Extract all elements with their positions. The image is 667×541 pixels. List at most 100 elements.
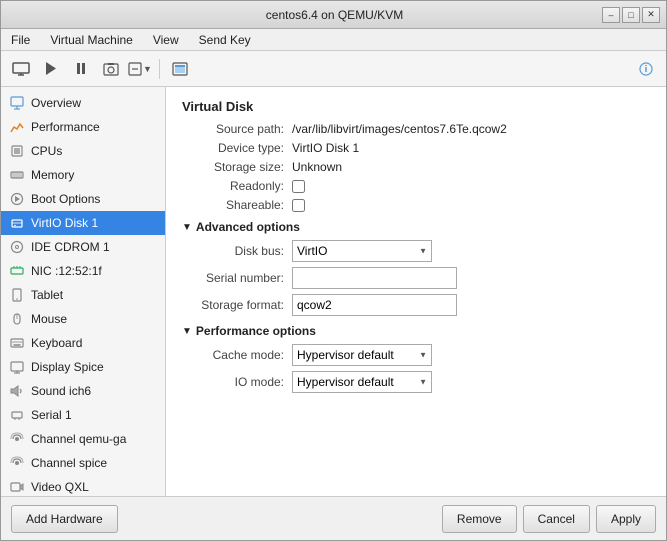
sidebar-label-video-qxl: Video QXL <box>31 480 89 494</box>
cache-mode-label: Cache mode: <box>182 348 292 362</box>
sidebar-item-display-spice[interactable]: Display Spice <box>1 355 165 379</box>
sidebar-label-display-spice: Display Spice <box>31 360 104 374</box>
sidebar-item-nic[interactable]: NIC :12:52:1f <box>1 259 165 283</box>
sidebar-item-sound-ich6[interactable]: Sound ich6 <box>1 379 165 403</box>
device-type-row: Device type: VirtIO Disk 1 <box>182 141 650 155</box>
cache-mode-row: Cache mode: Hypervisor default none writ… <box>182 344 650 366</box>
sidebar-item-mouse[interactable]: Mouse <box>1 307 165 331</box>
serial-number-input[interactable] <box>292 267 457 289</box>
sidebar-item-cpus[interactable]: CPUs <box>1 139 165 163</box>
advanced-options-label: Advanced options <box>196 220 300 234</box>
sidebar-item-boot-options[interactable]: Boot Options <box>1 187 165 211</box>
close-button[interactable]: ✕ <box>642 7 660 23</box>
sidebar-item-performance[interactable]: Performance <box>1 115 165 139</box>
virtio-disk-icon <box>9 215 25 231</box>
sidebar-label-performance: Performance <box>31 120 100 134</box>
apply-button[interactable]: Apply <box>596 505 656 533</box>
overview-icon <box>9 95 25 111</box>
advanced-options-header[interactable]: ▼ Advanced options <box>182 220 650 234</box>
toolbar-pause-btn[interactable] <box>67 56 95 82</box>
sidebar-label-serial-1: Serial 1 <box>31 408 72 422</box>
toolbar-dropdown[interactable]: ▼ <box>127 56 153 82</box>
storage-format-input[interactable] <box>292 294 457 316</box>
serial-icon <box>9 407 25 423</box>
remove-button[interactable]: Remove <box>442 505 517 533</box>
sidebar-item-keyboard[interactable]: Keyboard <box>1 331 165 355</box>
add-hardware-button[interactable]: Add Hardware <box>11 505 118 533</box>
storage-size-row: Storage size: Unknown <box>182 160 650 174</box>
device-type-value: VirtIO Disk 1 <box>292 141 359 155</box>
main-window: centos6.4 on QEMU/KVM – □ ✕ File Virtual… <box>0 0 667 541</box>
readonly-checkbox[interactable] <box>292 180 305 193</box>
storage-format-label: Storage format: <box>182 298 292 312</box>
channel-qemu-icon <box>9 431 25 447</box>
main-area: Overview Performance CPUs <box>1 87 666 496</box>
video-icon <box>9 479 25 495</box>
toolbar-fullscreen-btn[interactable] <box>166 56 194 82</box>
sidebar-label-cpus: CPUs <box>31 144 62 158</box>
toolbar-run-btn[interactable] <box>37 56 65 82</box>
toolbar-info-btn[interactable] <box>632 56 660 82</box>
sidebar-label-channel-spice: Channel spice <box>31 456 107 470</box>
disk-bus-select-container: VirtIO IDE SCSI USB SATA <box>292 240 432 262</box>
section-title: Virtual Disk <box>182 99 650 114</box>
sidebar-item-overview[interactable]: Overview <box>1 91 165 115</box>
sound-icon <box>9 383 25 399</box>
readonly-label: Readonly: <box>182 179 292 193</box>
menu-virtual-machine[interactable]: Virtual Machine <box>44 31 139 49</box>
storage-size-label: Storage size: <box>182 160 292 174</box>
footer-left: Add Hardware <box>11 505 118 533</box>
sidebar-item-channel-qemu-ga[interactable]: Channel qemu-ga <box>1 427 165 451</box>
disk-bus-select[interactable]: VirtIO IDE SCSI USB SATA <box>292 240 432 262</box>
cancel-button[interactable]: Cancel <box>523 505 590 533</box>
storage-format-row: Storage format: <box>182 294 650 316</box>
disk-bus-row: Disk bus: VirtIO IDE SCSI USB SATA <box>182 240 650 262</box>
source-path-row: Source path: /var/lib/libvirt/images/cen… <box>182 122 650 136</box>
serial-number-row: Serial number: <box>182 267 650 289</box>
sidebar-label-keyboard: Keyboard <box>31 336 82 350</box>
toolbar-screenshot-btn[interactable] <box>97 56 125 82</box>
sidebar-label-ide-cdrom-1: IDE CDROM 1 <box>31 240 110 254</box>
sidebar-label-memory: Memory <box>31 168 74 182</box>
nic-icon <box>9 263 25 279</box>
shareable-row: Shareable: <box>182 198 650 212</box>
sidebar-item-ide-cdrom-1[interactable]: IDE CDROM 1 <box>1 235 165 259</box>
shareable-checkbox[interactable] <box>292 199 305 212</box>
cache-mode-select-container: Hypervisor default none writethrough wri… <box>292 344 432 366</box>
maximize-button[interactable]: □ <box>622 7 640 23</box>
channel-spice-icon <box>9 455 25 471</box>
sidebar-label-tablet: Tablet <box>31 288 63 302</box>
minimize-button[interactable]: – <box>602 7 620 23</box>
menu-send-key[interactable]: Send Key <box>193 31 257 49</box>
sidebar-item-serial-1[interactable]: Serial 1 <box>1 403 165 427</box>
io-mode-row: IO mode: Hypervisor default threads nati… <box>182 371 650 393</box>
readonly-row: Readonly: <box>182 179 650 193</box>
sidebar-item-channel-spice[interactable]: Channel spice <box>1 451 165 475</box>
content-panel: Virtual Disk Source path: /var/lib/libvi… <box>166 87 666 496</box>
sidebar-label-mouse: Mouse <box>31 312 67 326</box>
toolbar-monitor-btn[interactable] <box>7 56 35 82</box>
toolbar-separator <box>159 59 160 79</box>
performance-options-header[interactable]: ▼ Performance options <box>182 324 650 338</box>
sidebar-item-virtio-disk-1[interactable]: VirtIO Disk 1 <box>1 211 165 235</box>
menu-view[interactable]: View <box>147 31 185 49</box>
cdrom-icon <box>9 239 25 255</box>
sidebar-label-boot-options: Boot Options <box>31 192 100 206</box>
titlebar: centos6.4 on QEMU/KVM – □ ✕ <box>1 1 666 29</box>
sidebar-label-nic: NIC :12:52:1f <box>31 264 102 278</box>
boot-icon <box>9 191 25 207</box>
footer: Add Hardware Remove Cancel Apply <box>1 496 666 540</box>
keyboard-icon <box>9 335 25 351</box>
menu-file[interactable]: File <box>5 31 36 49</box>
sidebar-item-memory[interactable]: Memory <box>1 163 165 187</box>
titlebar-controls: – □ ✕ <box>602 7 660 23</box>
cache-mode-select[interactable]: Hypervisor default none writethrough wri… <box>292 344 432 366</box>
sidebar-item-video-qxl[interactable]: Video QXL <box>1 475 165 496</box>
serial-number-label: Serial number: <box>182 271 292 285</box>
sidebar-item-tablet[interactable]: Tablet <box>1 283 165 307</box>
io-mode-select[interactable]: Hypervisor default threads native <box>292 371 432 393</box>
performance-options-label: Performance options <box>196 324 316 338</box>
io-mode-label: IO mode: <box>182 375 292 389</box>
shareable-label: Shareable: <box>182 198 292 212</box>
sidebar: Overview Performance CPUs <box>1 87 166 496</box>
